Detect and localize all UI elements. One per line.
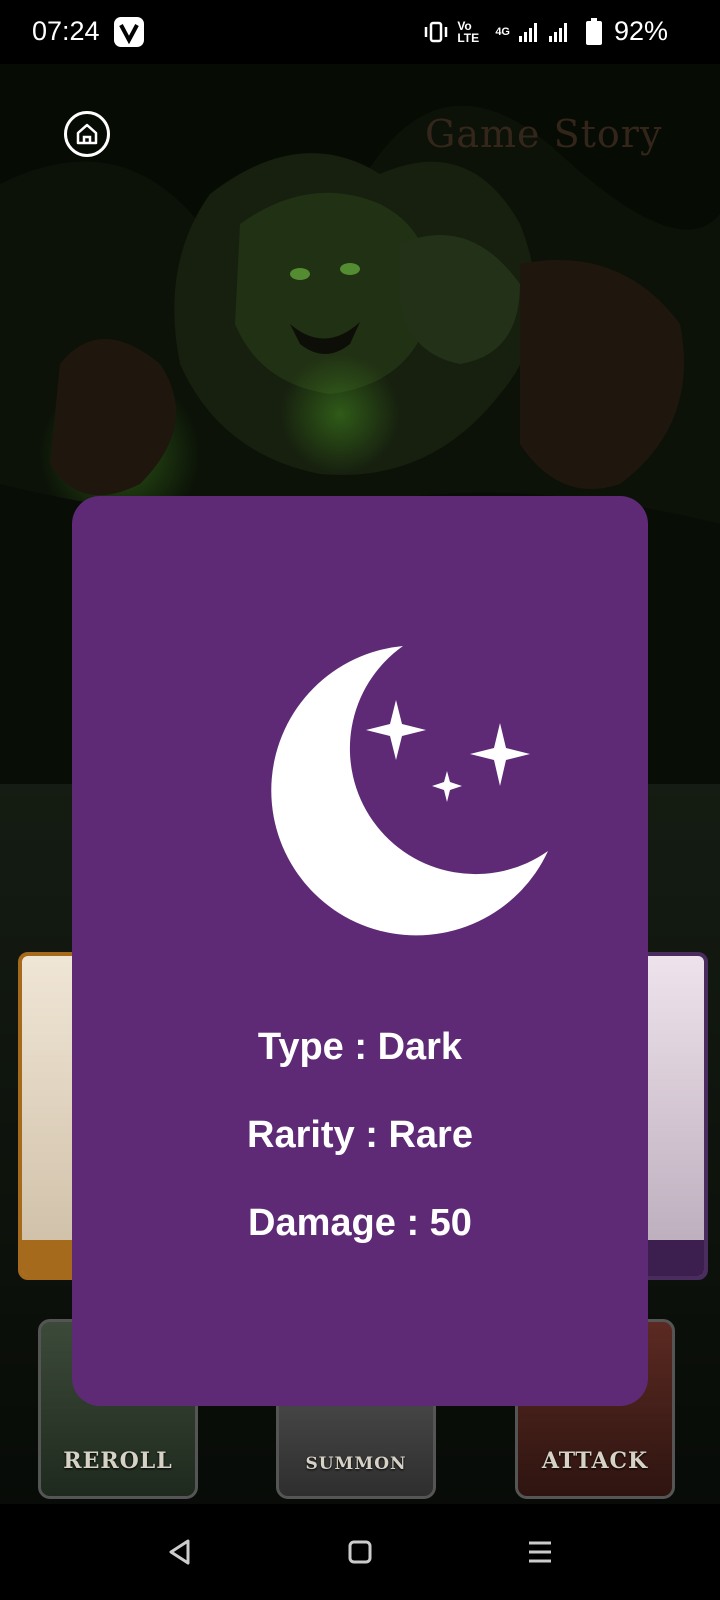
vibrate-icon <box>425 21 448 43</box>
crescent-moon-stars-icon <box>271 646 548 936</box>
summon-label: SUMMON <box>305 1454 407 1474</box>
card-rarity: Rarity : Rare <box>247 1114 473 1156</box>
card-damage: Damage : 50 <box>248 1202 472 1244</box>
battery-icon <box>586 18 602 45</box>
back-button[interactable] <box>160 1532 200 1572</box>
signal-icon <box>519 23 537 42</box>
status-time: 07:24 <box>32 16 100 46</box>
card-detail-popup[interactable]: Type : Dark Rarity : Rare Damage : 50 <box>72 496 648 1406</box>
home-icon <box>76 123 98 145</box>
network-type-label: 4G <box>495 26 510 38</box>
home-button[interactable] <box>64 111 110 157</box>
square-home-icon <box>348 1540 372 1564</box>
card-type: Type : Dark <box>257 1026 463 1068</box>
status-icons: Vo LTE 4G <box>423 18 570 46</box>
battery-percent: 92% <box>613 16 668 46</box>
home-nav-button[interactable] <box>340 1532 380 1572</box>
signal-icon-2 <box>549 23 567 42</box>
back-triangle-icon <box>169 1539 190 1565</box>
recents-button[interactable] <box>520 1532 560 1572</box>
attack-label: ATTACK <box>541 1448 649 1474</box>
navigation-bar <box>0 1504 720 1600</box>
app-notification-icon <box>114 17 144 47</box>
game-title: Game Story <box>425 112 663 156</box>
reroll-label: REROLL <box>63 1448 173 1474</box>
status-bar: 07:24 Vo LTE 4G 92% <box>0 0 720 64</box>
menu-lines-icon <box>529 1541 551 1563</box>
volte-label: Vo LTE <box>457 19 480 45</box>
